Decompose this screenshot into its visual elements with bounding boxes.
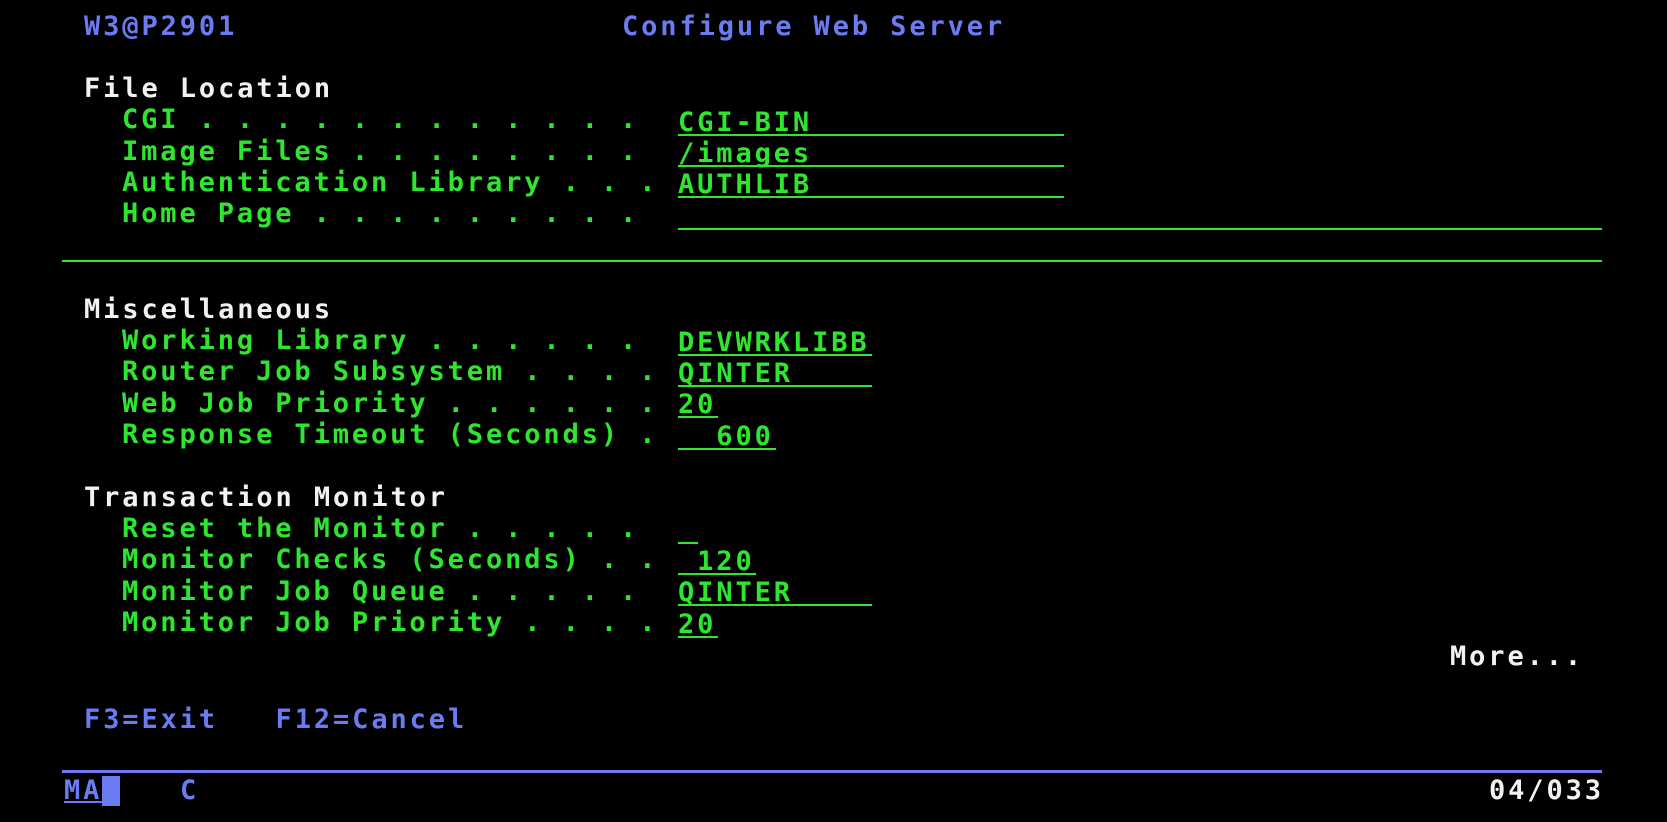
status-bar-divider [62, 770, 1602, 773]
image-files-label: Image Files . . . . . . . . [122, 136, 640, 167]
session-indicator: MA [64, 775, 103, 806]
web-job-priority-input[interactable]: 20 [678, 390, 718, 420]
home-page-input[interactable] [678, 202, 1602, 230]
working-library-input[interactable]: DEVWRKLIBB [678, 328, 872, 358]
home-page-label: Home Page . . . . . . . . . [122, 198, 640, 229]
authentication-library-label: Authentication Library . . . [122, 167, 659, 198]
screen-title: Configure Web Server [622, 11, 1006, 42]
section-heading-miscellaneous: Miscellaneous [84, 294, 334, 325]
router-job-subsystem-input[interactable]: QINTER [678, 359, 872, 389]
section-heading-file-location: File Location [84, 73, 334, 104]
program-id: W3@P2901 [84, 11, 238, 42]
authentication-library-input[interactable]: AUTHLIB [678, 170, 1064, 200]
section-heading-transaction-monitor: Transaction Monitor [84, 482, 448, 513]
section-divider [62, 260, 1602, 262]
monitor-job-priority-input[interactable]: 20 [678, 610, 718, 640]
reset-monitor-input[interactable] [678, 516, 698, 544]
monitor-checks-label: Monitor Checks (Seconds) . . [122, 544, 659, 575]
monitor-job-priority-label: Monitor Job Priority . . . . [122, 607, 659, 638]
response-timeout-label: Response Timeout (Seconds) . [122, 419, 659, 450]
more-indicator: More... [1450, 641, 1585, 672]
cgi-label: CGI . . . . . . . . . . . . [122, 104, 640, 135]
function-keys-legend[interactable]: F3=Exit F12=Cancel [84, 704, 467, 736]
image-files-input[interactable]: /images [678, 139, 1064, 169]
monitor-job-queue-label: Monitor Job Queue . . . . . [122, 576, 640, 607]
response-timeout-input[interactable]: 600 [678, 422, 776, 452]
cursor-position: 04/033 [1489, 775, 1604, 806]
working-library-label: Working Library . . . . . . [122, 325, 640, 356]
monitor-checks-input[interactable]: 120 [678, 547, 756, 577]
reset-monitor-label: Reset the Monitor . . . . . [122, 513, 640, 544]
cgi-input[interactable]: CGI-BIN [678, 108, 1064, 138]
text-cursor [102, 776, 120, 806]
mode-indicator: C [180, 775, 200, 806]
router-job-subsystem-label: Router Job Subsystem . . . . [122, 356, 659, 387]
web-job-priority-label: Web Job Priority . . . . . . [122, 388, 659, 419]
monitor-job-queue-input[interactable]: QINTER [678, 578, 872, 608]
